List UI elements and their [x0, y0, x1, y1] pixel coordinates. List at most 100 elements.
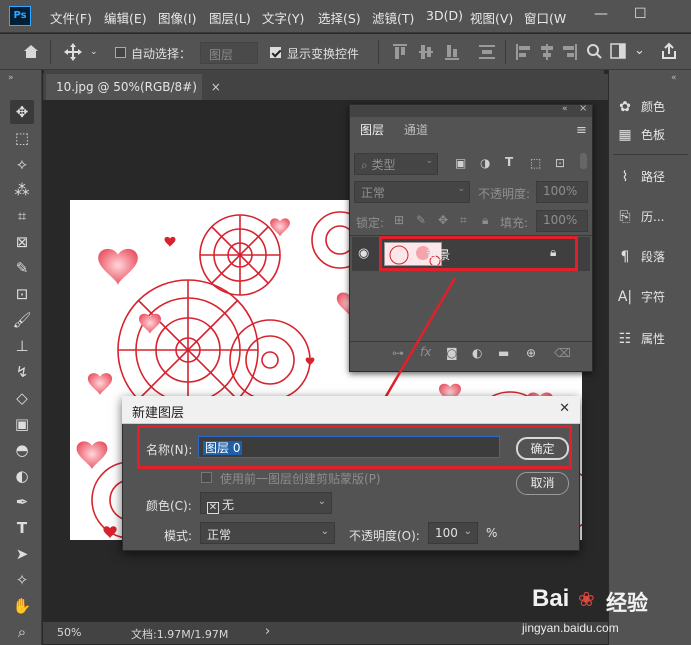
maximize-button[interactable]: ☐ [634, 6, 647, 22]
opacity-input[interactable]: 100% [536, 181, 588, 203]
lock-pixels-icon[interactable]: ✎ [416, 213, 426, 227]
gradient-tool-icon[interactable]: ▣ [10, 412, 34, 436]
folder-icon[interactable]: ▬ [498, 346, 509, 360]
chevron-down-icon[interactable]: ⌄ [90, 47, 98, 57]
fill-input[interactable]: 100% [536, 210, 588, 232]
swatches-panel-button[interactable]: ▦ 色板 [615, 126, 665, 143]
pixel-filter-icon[interactable]: ▣ [455, 156, 466, 170]
type-filter-icon[interactable]: T [505, 155, 513, 169]
workspace-icon[interactable] [610, 43, 626, 61]
history-brush-tool-icon[interactable]: ↯ [10, 360, 34, 384]
color-dropdown[interactable]: ✕ 无 ⌄ [200, 492, 332, 514]
document-tab[interactable]: 10.jpg @ 50%(RGB/8#) × [46, 74, 221, 100]
menu-image[interactable]: 图像(I) [158, 8, 196, 27]
menu-window[interactable]: 窗口(W [524, 8, 566, 27]
collapse-icon[interactable]: « [671, 73, 677, 83]
cancel-button[interactable]: 取消 [516, 472, 569, 495]
collapse-icon[interactable]: « [562, 104, 568, 114]
status-menu-arrow[interactable]: › [265, 624, 270, 639]
color-value: 无 [222, 498, 235, 512]
color-panel-button[interactable]: ✿ 颜色 [615, 98, 665, 115]
zoom-tool-icon[interactable]: ⌕ [10, 620, 34, 644]
marquee-tool-icon[interactable]: ⬚ [10, 126, 34, 150]
new-layer-icon[interactable]: ⊕ [526, 346, 536, 360]
chevron-down-icon[interactable]: ⌄ [634, 43, 645, 58]
paragraph-panel-button[interactable]: ¶ 段落 [615, 248, 665, 265]
panel-menu-icon[interactable]: ≡ [576, 123, 587, 138]
expand-icon[interactable]: » [8, 73, 14, 83]
eraser-tool-icon[interactable]: ◇ [10, 386, 34, 410]
blur-tool-icon[interactable]: ◓ [10, 438, 34, 462]
auto-select-checkbox[interactable] [115, 47, 126, 58]
menu-edit[interactable]: 编辑(E) [104, 8, 147, 27]
show-transform-checkbox[interactable] [270, 47, 281, 58]
minimize-button[interactable]: — [594, 6, 608, 22]
align-bottom-icon[interactable] [444, 43, 460, 61]
trash-icon[interactable]: ⌫ [554, 346, 571, 360]
smart-object-filter-icon[interactable]: ⊡ [555, 156, 565, 170]
distribute-icon[interactable] [478, 43, 496, 61]
menu-type[interactable]: 文字(Y) [262, 8, 304, 27]
adjustment-filter-icon[interactable]: ◑ [480, 156, 490, 170]
align-right-icon[interactable] [562, 43, 578, 61]
magic-wand-tool-icon[interactable]: ⁂ [10, 178, 34, 202]
hand-tool-icon[interactable]: ✋ [10, 594, 34, 618]
path-select-tool-icon[interactable]: ➤ [10, 542, 34, 566]
move-tool-icon[interactable] [62, 42, 84, 62]
tab-layers[interactable]: 图层 [351, 117, 394, 143]
paths-panel-button[interactable]: ⌇ 路径 [615, 168, 665, 185]
dodge-tool-icon[interactable]: ◐ [10, 464, 34, 488]
search-icon[interactable] [586, 43, 602, 61]
crop-tool-icon[interactable]: ⌗ [10, 204, 34, 228]
align-top-icon[interactable] [392, 43, 408, 61]
frame-tool-icon[interactable]: ⊠ [10, 230, 34, 254]
shape-filter-icon[interactable]: ⬚ [530, 156, 541, 170]
healing-tool-icon[interactable]: ⊡ [10, 282, 34, 306]
layer-row-background[interactable]: ◉ 背景 🔒︎ [352, 237, 590, 271]
clip-mask-checkbox[interactable] [201, 472, 212, 483]
name-label: 名称(N): [146, 443, 193, 457]
menu-layer[interactable]: 图层(L) [209, 8, 251, 27]
lock-all-icon[interactable]: 🔒︎ [482, 213, 488, 228]
blend-mode-dropdown[interactable]: 正常 ⌄ [354, 181, 470, 203]
menu-3d[interactable]: 3D(D) [426, 8, 463, 23]
stamp-tool-icon[interactable]: ⊥ [10, 334, 34, 358]
mode-dropdown[interactable]: 正常 ⌄ [200, 522, 335, 544]
lock-transparency-icon[interactable]: ⊞ [394, 213, 404, 227]
eye-icon[interactable]: ◉ [358, 246, 369, 261]
swatches-panel-label: 色板 [641, 128, 666, 142]
lock-artboard-icon[interactable]: ⌗ [460, 213, 467, 228]
opacity-input[interactable]: 100 ⌄ [428, 522, 478, 544]
menu-select[interactable]: 选择(S) [318, 8, 361, 27]
move-tool-icon[interactable]: ✥ [10, 100, 34, 124]
zoom-level[interactable]: 50% [57, 626, 81, 639]
brush-tool-icon[interactable]: 🖌 [10, 308, 34, 332]
tab-channels[interactable]: 通道 [395, 117, 437, 143]
properties-panel-button[interactable]: ☷ 属性 [615, 330, 665, 347]
history-panel-button[interactable]: ⎘ 历... [615, 208, 664, 225]
close-icon[interactable]: × [211, 80, 221, 94]
close-icon[interactable]: ✕ [559, 401, 570, 416]
align-left-icon[interactable] [515, 43, 531, 61]
ok-button[interactable]: 确定 [516, 437, 569, 460]
menu-filter[interactable]: 滤镜(T) [372, 8, 414, 27]
lock-position-icon[interactable]: ✥ [438, 213, 448, 227]
eyedropper-tool-icon[interactable]: ✎ [10, 256, 34, 280]
home-icon[interactable] [22, 43, 40, 59]
pen-tool-icon[interactable]: ✒ [10, 490, 34, 514]
lasso-tool-icon[interactable]: ⟡ [10, 152, 34, 176]
adjustment-layer-icon[interactable]: ◐ [472, 346, 482, 360]
shape-tool-icon[interactable]: ✧ [10, 568, 34, 592]
character-panel-button[interactable]: A| 字符 [615, 288, 665, 305]
align-hcenter-icon[interactable] [539, 43, 555, 61]
type-tool-icon[interactable]: T [10, 516, 34, 540]
close-icon[interactable]: × [579, 103, 587, 114]
filter-kind-dropdown[interactable]: ⌕ 类型 ⌄ [354, 153, 438, 175]
auto-select-target-dropdown[interactable]: 图层 [200, 42, 258, 64]
align-vcenter-icon[interactable] [418, 43, 434, 61]
share-icon[interactable] [660, 42, 678, 60]
menu-view[interactable]: 视图(V) [470, 8, 513, 27]
filter-toggle[interactable] [580, 153, 587, 169]
layer-name-input[interactable]: 图层 0 [198, 436, 500, 458]
menu-file[interactable]: 文件(F) [50, 8, 92, 27]
